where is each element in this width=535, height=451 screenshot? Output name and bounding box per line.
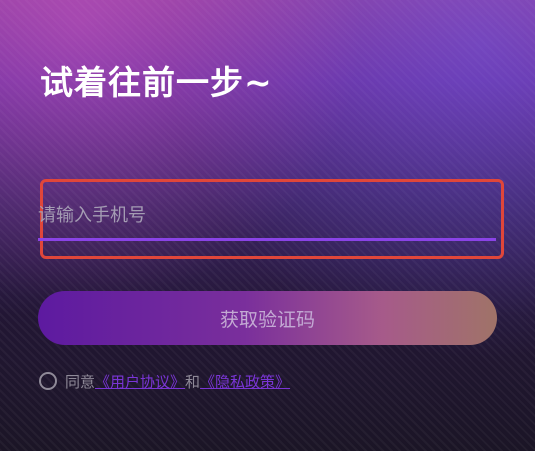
privacy-policy-link[interactable]: 《隐私政策》 <box>200 371 290 392</box>
page-title: 试着往前一步~ <box>40 63 273 102</box>
user-agreement-link[interactable]: 《用户协议》 <box>95 371 185 392</box>
phone-input-underline <box>38 238 496 241</box>
get-code-button[interactable]: 获取验证码 <box>38 291 497 345</box>
agree-label: 同意 <box>65 372 96 391</box>
and-label: 和 <box>185 372 201 391</box>
agreement-row: 同意 《用户协议》 和 《隐私政策》 <box>39 370 290 392</box>
phone-input[interactable] <box>38 200 496 230</box>
agree-checkbox[interactable] <box>39 372 57 390</box>
